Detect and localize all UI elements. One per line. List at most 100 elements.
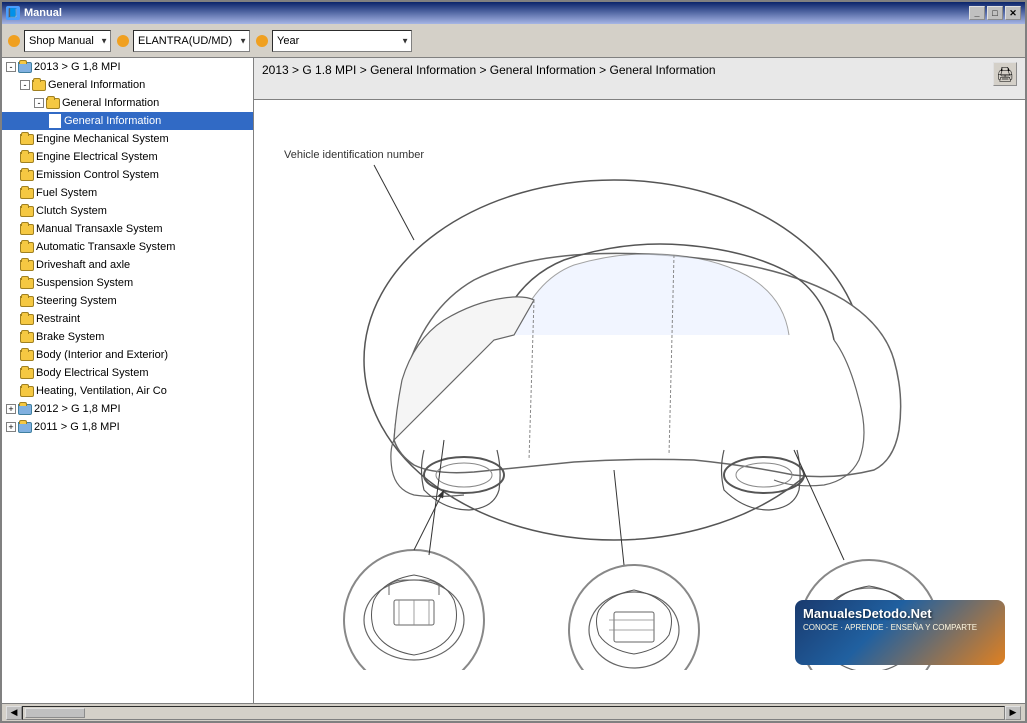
tree-manual-transaxle-label: Manual Transaxle System: [36, 221, 163, 237]
bottom-bar: ◀ ▶: [2, 703, 1025, 721]
scroll-thumb[interactable]: [25, 708, 85, 718]
tree-root-2011-label: 2011 > G 1,8 MPI: [34, 419, 120, 435]
minimize-button[interactable]: _: [969, 6, 985, 20]
year-select[interactable]: Year: [272, 30, 412, 52]
tree-engine-mechanical[interactable]: Engine Mechanical System: [2, 130, 253, 148]
content-area: 2013 > G 1.8 MPI > General Information >…: [254, 58, 1025, 703]
shop-manual-group: Shop Manual: [8, 30, 111, 52]
breadcrumb-text: 2013 > G 1.8 MPI > General Information >…: [262, 62, 989, 79]
tree-root-2012-label: 2012 > G 1,8 MPI: [34, 401, 121, 417]
folder-icon-heat: [20, 384, 34, 398]
app-icon: 📘: [6, 6, 20, 20]
tree-driveshaft-label: Driveshaft and axle: [36, 257, 130, 273]
tree-root-2012[interactable]: + 2012 > G 1,8 MPI: [2, 400, 253, 418]
tree-suspension[interactable]: Suspension System: [2, 274, 253, 292]
tree-body-electrical[interactable]: Body Electrical System: [2, 364, 253, 382]
tree-engine-electrical[interactable]: Engine Electrical System: [2, 148, 253, 166]
scroll-right-button[interactable]: ▶: [1005, 706, 1021, 720]
watermark-sub: CONOCE · APRENDE · ENSEÑA Y COMPARTE: [803, 623, 997, 632]
tree-engine-electrical-label: Engine Electrical System: [36, 149, 158, 165]
expand-2013[interactable]: -: [6, 62, 16, 72]
expand-2012[interactable]: +: [6, 404, 16, 414]
folder-icon-gi2: [46, 96, 60, 110]
folder-icon-mt: [20, 222, 34, 236]
bottom-scrollbar[interactable]: [22, 706, 1005, 720]
doc-icon-gi3: [48, 114, 62, 128]
restore-button[interactable]: □: [987, 6, 1003, 20]
tree-steering[interactable]: Steering System: [2, 292, 253, 310]
year-select-wrapper: Year: [272, 30, 412, 52]
expand-gi1[interactable]: -: [20, 80, 30, 90]
folder-icon-brk: [20, 330, 34, 344]
tree-clutch-system[interactable]: Clutch System: [2, 202, 253, 220]
tree-driveshaft[interactable]: Driveshaft and axle: [2, 256, 253, 274]
folder-icon-rest: [20, 312, 34, 326]
expand-gi2[interactable]: -: [34, 98, 44, 108]
year-group: Year: [256, 30, 412, 52]
breadcrumb-full: 2013 > G 1.8 MPI > General Information >…: [262, 63, 716, 77]
tree-heating[interactable]: Heating, Ventilation, Air Co: [2, 382, 253, 400]
close-button[interactable]: ✕: [1005, 6, 1021, 20]
tree-general-info-2[interactable]: - General Information: [2, 94, 253, 112]
tree-body-electrical-label: Body Electrical System: [36, 365, 148, 381]
tree-general-info-3[interactable]: General Information: [2, 112, 253, 130]
expand-2011[interactable]: +: [6, 422, 16, 432]
tree-automatic-transaxle-label: Automatic Transaxle System: [36, 239, 175, 255]
model-group: ELANTRA(UD/MD): [117, 30, 250, 52]
tree-restraint-label: Restraint: [36, 311, 80, 327]
shop-manual-select-wrapper: Shop Manual: [24, 30, 111, 52]
main-area: - 2013 > G 1,8 MPI - General Information…: [2, 58, 1025, 703]
tree-steering-label: Steering System: [36, 293, 117, 309]
toolbar: Shop Manual ELANTRA(UD/MD) Year: [2, 24, 1025, 58]
print-button[interactable]: 🖨: [993, 62, 1017, 86]
window-title: Manual: [24, 7, 969, 19]
svg-text:Vehicle identification number: Vehicle identification number: [284, 149, 424, 161]
tree-root-2013[interactable]: - 2013 > G 1,8 MPI: [2, 58, 253, 76]
tree-root-2011[interactable]: + 2011 > G 1,8 MPI: [2, 418, 253, 436]
tree-body-interior-label: Body (Interior and Exterior): [36, 347, 168, 363]
model-dot: [117, 35, 129, 47]
model-select[interactable]: ELANTRA(UD/MD): [133, 30, 250, 52]
tree-general-info-1[interactable]: - General Information: [2, 76, 253, 94]
folder-icon-ec: [20, 168, 34, 182]
tree-restraint[interactable]: Restraint: [2, 310, 253, 328]
folder-icon-2011: [18, 420, 32, 434]
tree-emission-control-label: Emission Control System: [36, 167, 159, 183]
shop-manual-dot: [8, 35, 20, 47]
scroll-left-button[interactable]: ◀: [6, 706, 22, 720]
folder-icon-cs: [20, 204, 34, 218]
tree-manual-transaxle[interactable]: Manual Transaxle System: [2, 220, 253, 238]
folder-icon-sus: [20, 276, 34, 290]
tree-engine-mechanical-label: Engine Mechanical System: [36, 131, 169, 147]
folder-icon-fs: [20, 186, 34, 200]
breadcrumb-bar: 2013 > G 1.8 MPI > General Information >…: [254, 58, 1025, 100]
folder-icon-gi1: [32, 78, 46, 92]
tree-emission-control[interactable]: Emission Control System: [2, 166, 253, 184]
tree-body-interior[interactable]: Body (Interior and Exterior): [2, 346, 253, 364]
tree-general-info-1-label: General Information: [48, 77, 145, 93]
tree-heating-label: Heating, Ventilation, Air Co: [36, 383, 167, 399]
tree-fuel-system-label: Fuel System: [36, 185, 97, 201]
folder-icon-bi: [20, 348, 34, 362]
tree-general-info-2-label: General Information: [62, 95, 159, 111]
tree-brake[interactable]: Brake System: [2, 328, 253, 346]
shop-manual-select[interactable]: Shop Manual: [24, 30, 111, 52]
watermark-main: ManualesDetodo.Net: [803, 606, 997, 621]
folder-icon-be: [20, 366, 34, 380]
model-select-wrapper: ELANTRA(UD/MD): [133, 30, 250, 52]
folder-icon-st: [20, 294, 34, 308]
content-scroll[interactable]: Vehicle identification number Engine num…: [254, 100, 1025, 703]
main-window: 📘 Manual _ □ ✕ Shop Manual ELANTRA(UD/MD…: [0, 0, 1027, 723]
tree-suspension-label: Suspension System: [36, 275, 133, 291]
tree-brake-label: Brake System: [36, 329, 104, 345]
print-icon: 🖨: [996, 66, 1014, 83]
folder-icon-ds: [20, 258, 34, 272]
tree-fuel-system[interactable]: Fuel System: [2, 184, 253, 202]
folder-icon-ee: [20, 150, 34, 164]
folder-icon-2012: [18, 402, 32, 416]
content-inner: Vehicle identification number Engine num…: [254, 100, 1025, 680]
title-bar: 📘 Manual _ □ ✕: [2, 2, 1025, 24]
tree-root-2013-label: 2013 > G 1,8 MPI: [34, 59, 121, 75]
tree-automatic-transaxle[interactable]: Automatic Transaxle System: [2, 238, 253, 256]
folder-icon-at: [20, 240, 34, 254]
